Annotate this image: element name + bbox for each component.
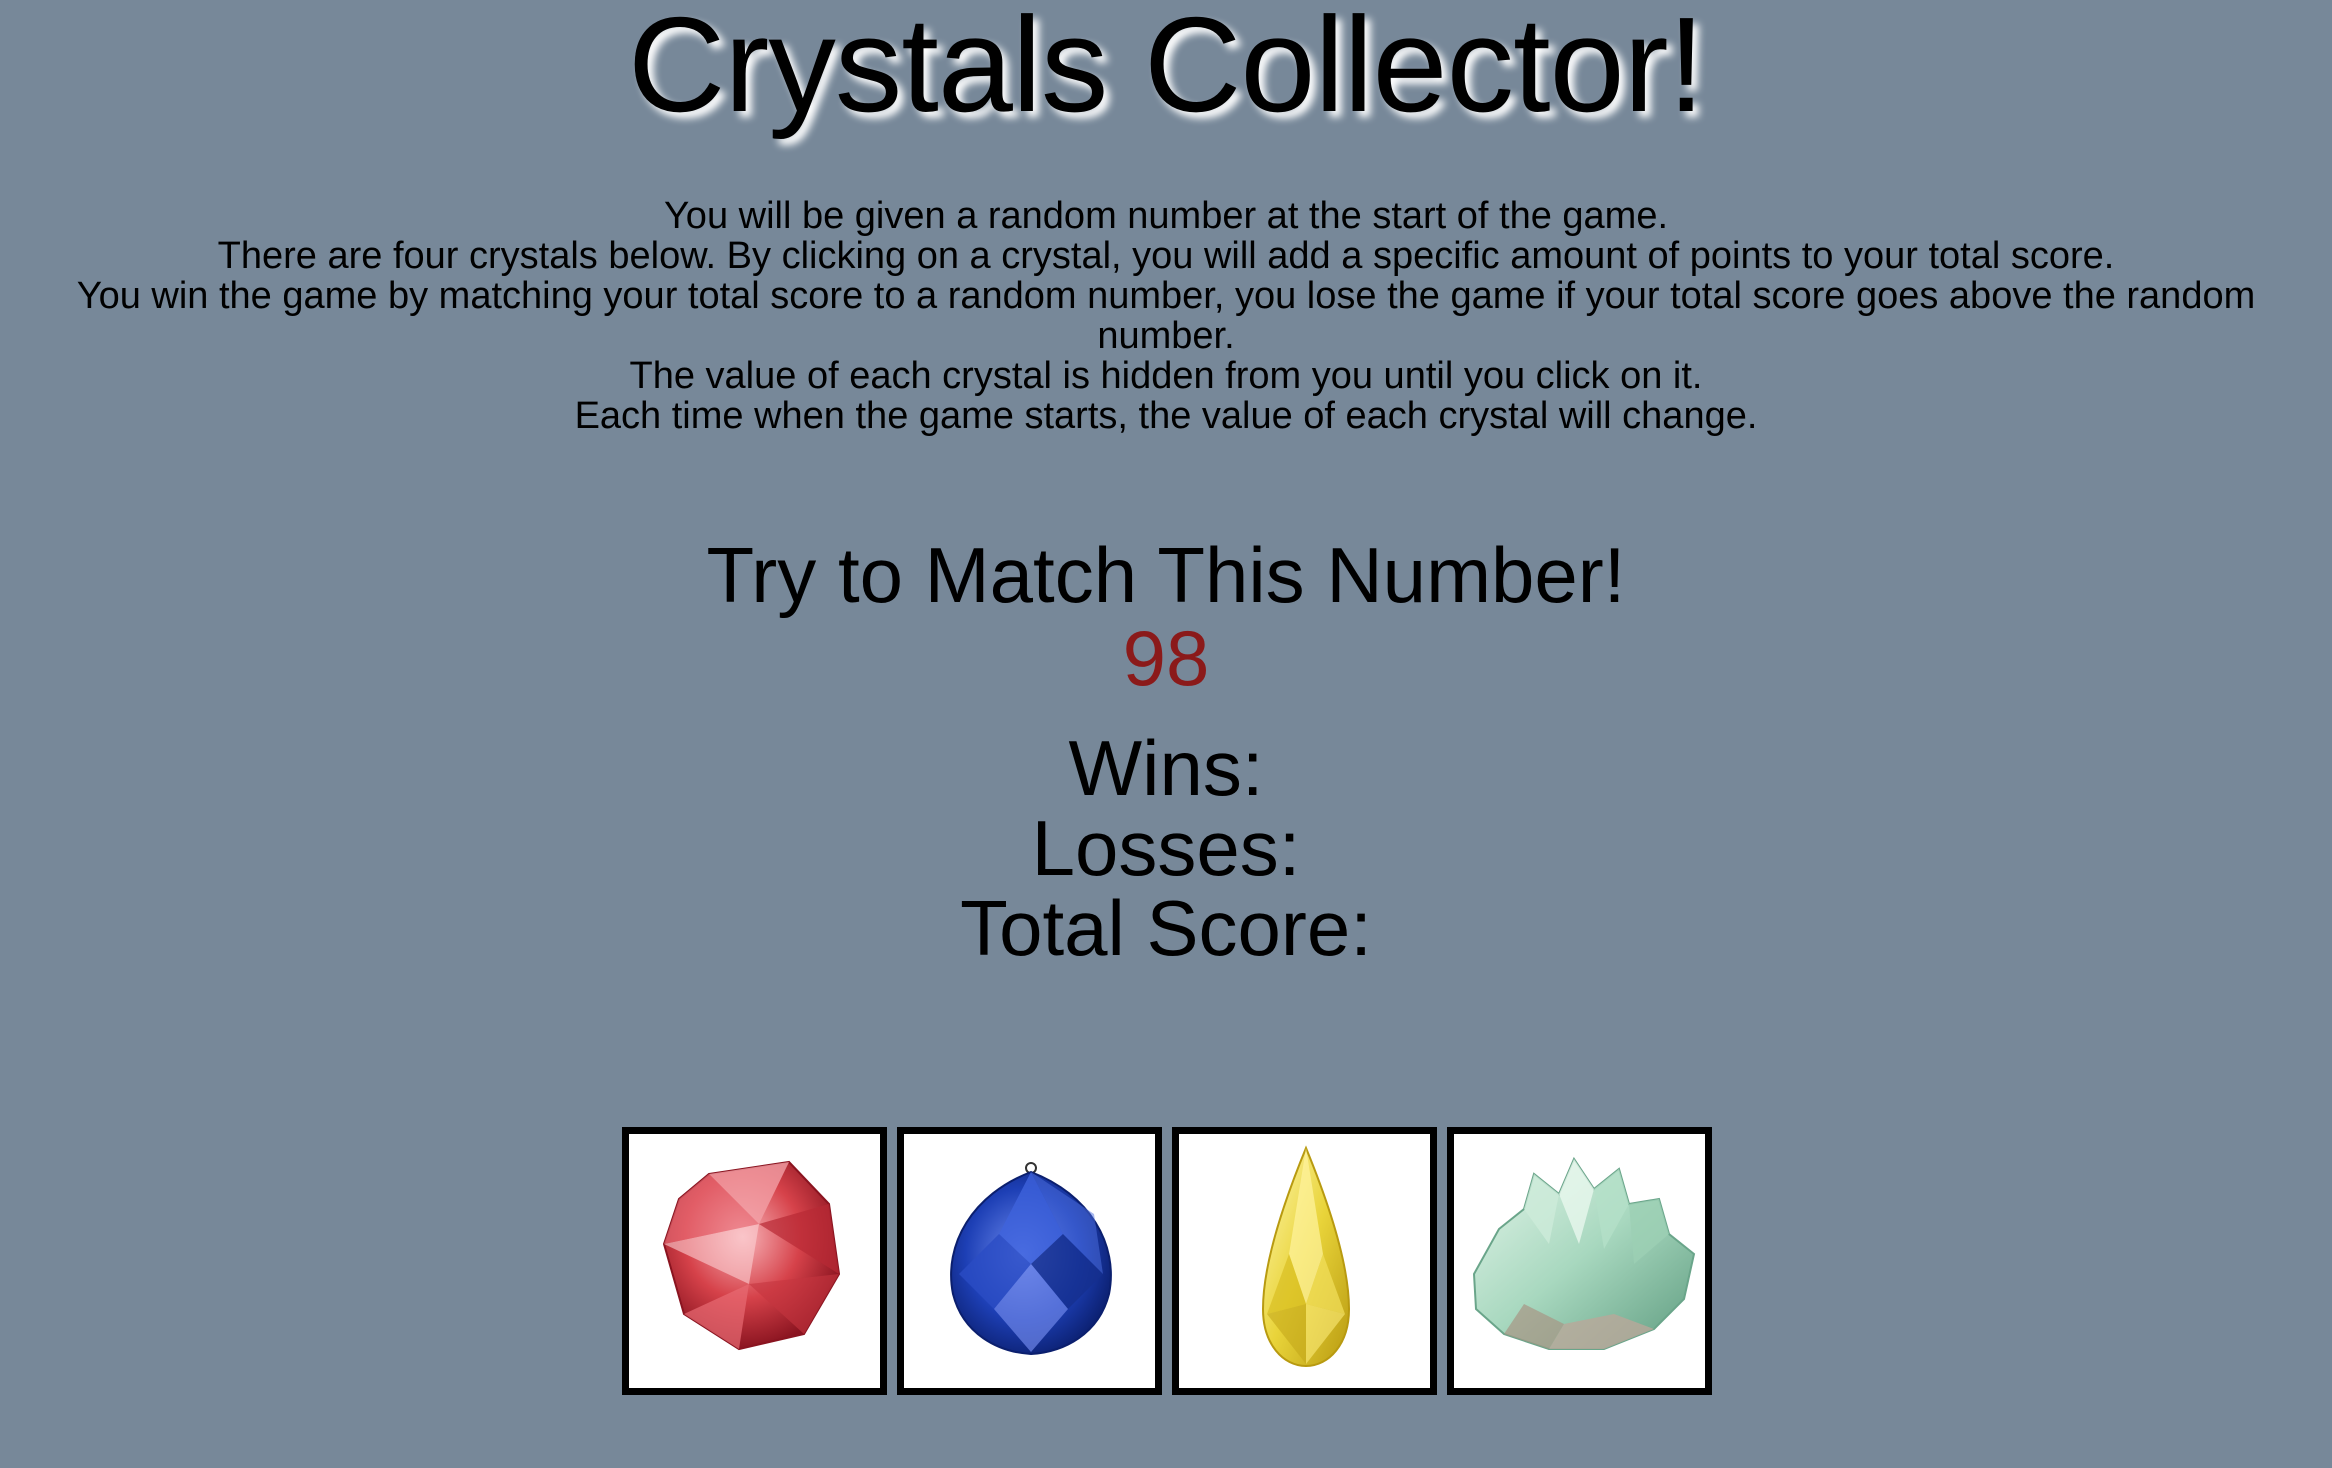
crystal-button-blue[interactable] [897,1127,1162,1395]
total-score-label: Total Score: [960,884,1372,972]
wins-label: Wins: [1068,724,1264,812]
instruction-line: You win the game by matching your total … [76,275,2256,357]
crystal-button-green[interactable] [1447,1127,1712,1395]
blue-crystal-icon [950,1162,1112,1356]
red-crystal-icon [662,1160,841,1351]
stats-panel: Wins: Losses: Total Score: [0,728,2332,968]
losses-label: Losses: [1031,804,1301,892]
match-label: Try to Match This Number! [706,531,1626,619]
green-crystal-icon [1472,1156,1696,1350]
crystal-button-yellow[interactable] [1172,1127,1437,1395]
instructions: You will be given a random number at the… [14,196,2318,436]
instruction-line: You will be given a random number at the… [663,195,1669,237]
crystal-row [622,1127,1712,1395]
page-title: Crystals Collector! [627,0,1705,140]
target-number: 98 [1122,614,1210,702]
crystal-button-red[interactable] [622,1127,887,1395]
yellow-crystal-icon [1261,1145,1351,1368]
instruction-line: The value of each crystal is hidden from… [629,355,1703,397]
instruction-line: Each time when the game starts, the valu… [574,395,1758,437]
instruction-line: There are four crystals below. By clicki… [217,235,2115,277]
